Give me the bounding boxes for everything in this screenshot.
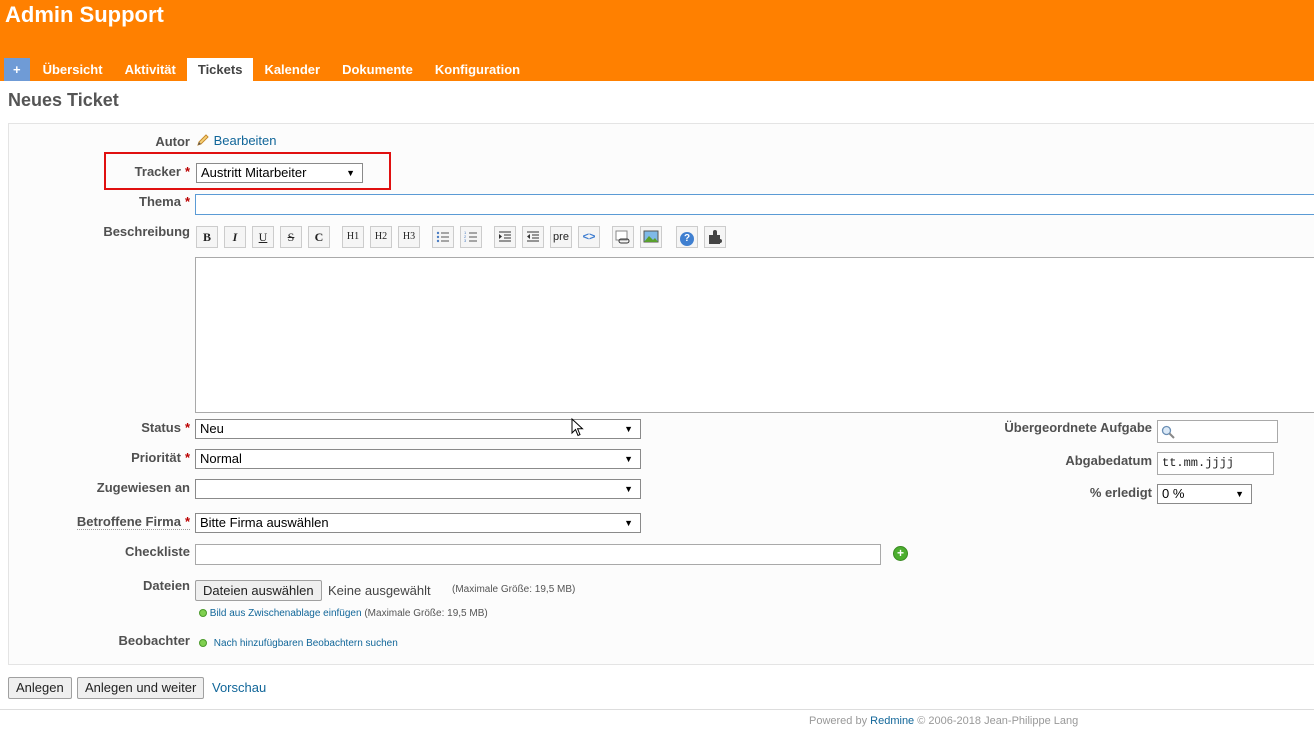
tracker-highlight-box [104,152,391,190]
due-date-label: Abgabedatum [1065,453,1152,468]
priority-select-value: Normal [200,451,242,466]
required-marker: * [184,514,190,529]
create-button[interactable]: Anlegen [8,677,72,699]
link-icon[interactable] [612,226,634,248]
create-and-continue-button[interactable]: Anlegen und weiter [77,677,205,699]
footer: Powered by Redmine © 2006-2018 Jean-Phil… [809,715,1078,727]
status-label-text: Status [141,420,181,435]
h3-icon[interactable]: H3 [398,226,420,248]
status-select-value: Neu [200,421,224,436]
company-label-text: Betroffene Firma [76,514,181,529]
description-textarea[interactable] [195,257,1314,413]
italic-icon[interactable]: I [224,226,246,248]
checklist-label: Checkliste [124,544,190,559]
add-checklist-item-icon[interactable]: + [893,546,908,561]
max-size-note: (Maximale Größe: 19,5 MB) [452,584,576,595]
author-label: Autor [155,134,190,149]
page-title: Neues Ticket [8,90,119,110]
outdent-icon[interactable] [522,226,544,248]
paste-clipboard-link[interactable]: Bild aus Zwischenablage einfügen [210,608,362,619]
footer-divider [0,709,1314,710]
required-marker: * [184,420,190,435]
main-menu-tabs: + Übersicht Aktivität Tickets Kalender D… [4,58,531,81]
clipboard-max-size: (Maximale Größe: 19,5 MB) [364,608,488,619]
company-label: Betroffene Firma * [76,514,190,530]
required-marker: * [184,194,190,209]
checklist-input[interactable] [195,544,881,565]
footer-prefix: Powered by [809,715,868,727]
priority-label: Priorität * [131,450,190,465]
tab-documents[interactable]: Dokumente [331,58,424,81]
done-ratio-select-value: 0 % [1162,486,1185,501]
redmine-link[interactable]: Redmine [870,715,914,727]
files-label: Dateien [143,578,190,593]
strikethrough-icon[interactable]: S [280,226,302,248]
preformatted-icon[interactable]: pre [550,226,572,248]
clipboard-row: Bild aus Zwischenablage einfügen (Maxima… [199,608,488,619]
company-select[interactable]: Bitte Firma auswählen ▼ [195,513,641,533]
image-icon[interactable] [640,226,662,248]
help-icon[interactable]: ? [676,226,698,248]
dropdown-arrow-icon: ▼ [624,518,633,528]
choose-files-button[interactable]: Dateien auswählen [195,580,322,601]
h1-icon[interactable]: H1 [342,226,364,248]
author-edit-link[interactable]: Bearbeiten [214,133,277,148]
watchers-label: Beobachter [118,633,190,648]
unordered-list-icon[interactable] [432,226,454,248]
dropdown-arrow-icon: ▼ [624,484,633,494]
parent-task-label: Übergeordnete Aufgabe [1004,420,1152,435]
watchers-row: Nach hinzufügbaren Beobachtern suchen [199,638,398,649]
preview-link[interactable]: Vorschau [212,680,266,695]
search-watchers-link[interactable]: Nach hinzufügbaren Beobachtern suchen [214,638,398,649]
bold-icon[interactable]: B [196,226,218,248]
mouse-cursor-icon [571,418,584,437]
h2-icon[interactable]: H2 [370,226,392,248]
code-icon[interactable]: C [308,226,330,248]
assignee-select[interactable]: ▼ [195,479,641,499]
done-ratio-select[interactable]: 0 % ▼ [1157,484,1252,504]
parent-task-input[interactable] [1157,420,1278,443]
search-icon [1161,425,1175,439]
indent-icon[interactable] [494,226,516,248]
tab-calendar[interactable]: Kalender [253,58,331,81]
status-label: Status * [141,420,190,435]
assignee-label: Zugewiesen an [96,480,190,495]
help-icon-glyph: ? [680,232,694,246]
priority-label-text: Priorität [131,450,181,465]
tab-settings[interactable]: Konfiguration [424,58,531,81]
company-select-value: Bitte Firma auswählen [200,515,329,530]
project-title[interactable]: Admin Support [5,2,164,28]
add-icon [199,639,207,648]
required-marker: * [184,450,190,465]
subject-label-text: Thema [139,194,181,209]
tab-tickets[interactable]: Tickets [186,58,254,81]
subject-input[interactable] [195,194,1314,215]
dropdown-arrow-icon: ▼ [624,424,633,434]
due-date-input[interactable]: tt.mm.jjjj [1157,452,1274,475]
header-bar: Admin Support + Übersicht Aktivität Tick… [0,0,1314,81]
tab-new-object[interactable]: + [4,58,30,81]
priority-select[interactable]: Normal ▼ [195,449,641,469]
no-file-text: Keine ausgewählt [328,583,431,598]
description-label: Beschreibung [103,224,190,239]
author-edit[interactable]: Bearbeiten [196,133,277,148]
dropdown-arrow-icon: ▼ [1235,489,1244,499]
dropdown-arrow-icon: ▼ [624,454,633,464]
tab-activity[interactable]: Aktivität [114,58,187,81]
tab-overview[interactable]: Übersicht [32,58,114,81]
subject-label: Thema * [139,194,190,209]
underline-icon[interactable]: U [252,226,274,248]
add-icon [199,609,207,618]
done-ratio-label: % erledigt [1089,485,1152,500]
macro-icon[interactable] [704,226,726,248]
ordered-list-icon[interactable]: 123 [460,226,482,248]
pencil-icon [197,134,209,146]
code-highlight-icon[interactable]: <> [578,226,600,248]
footer-copyright: © 2006-2018 Jean-Philippe Lang [917,715,1079,727]
svg-text:3: 3 [464,238,467,243]
